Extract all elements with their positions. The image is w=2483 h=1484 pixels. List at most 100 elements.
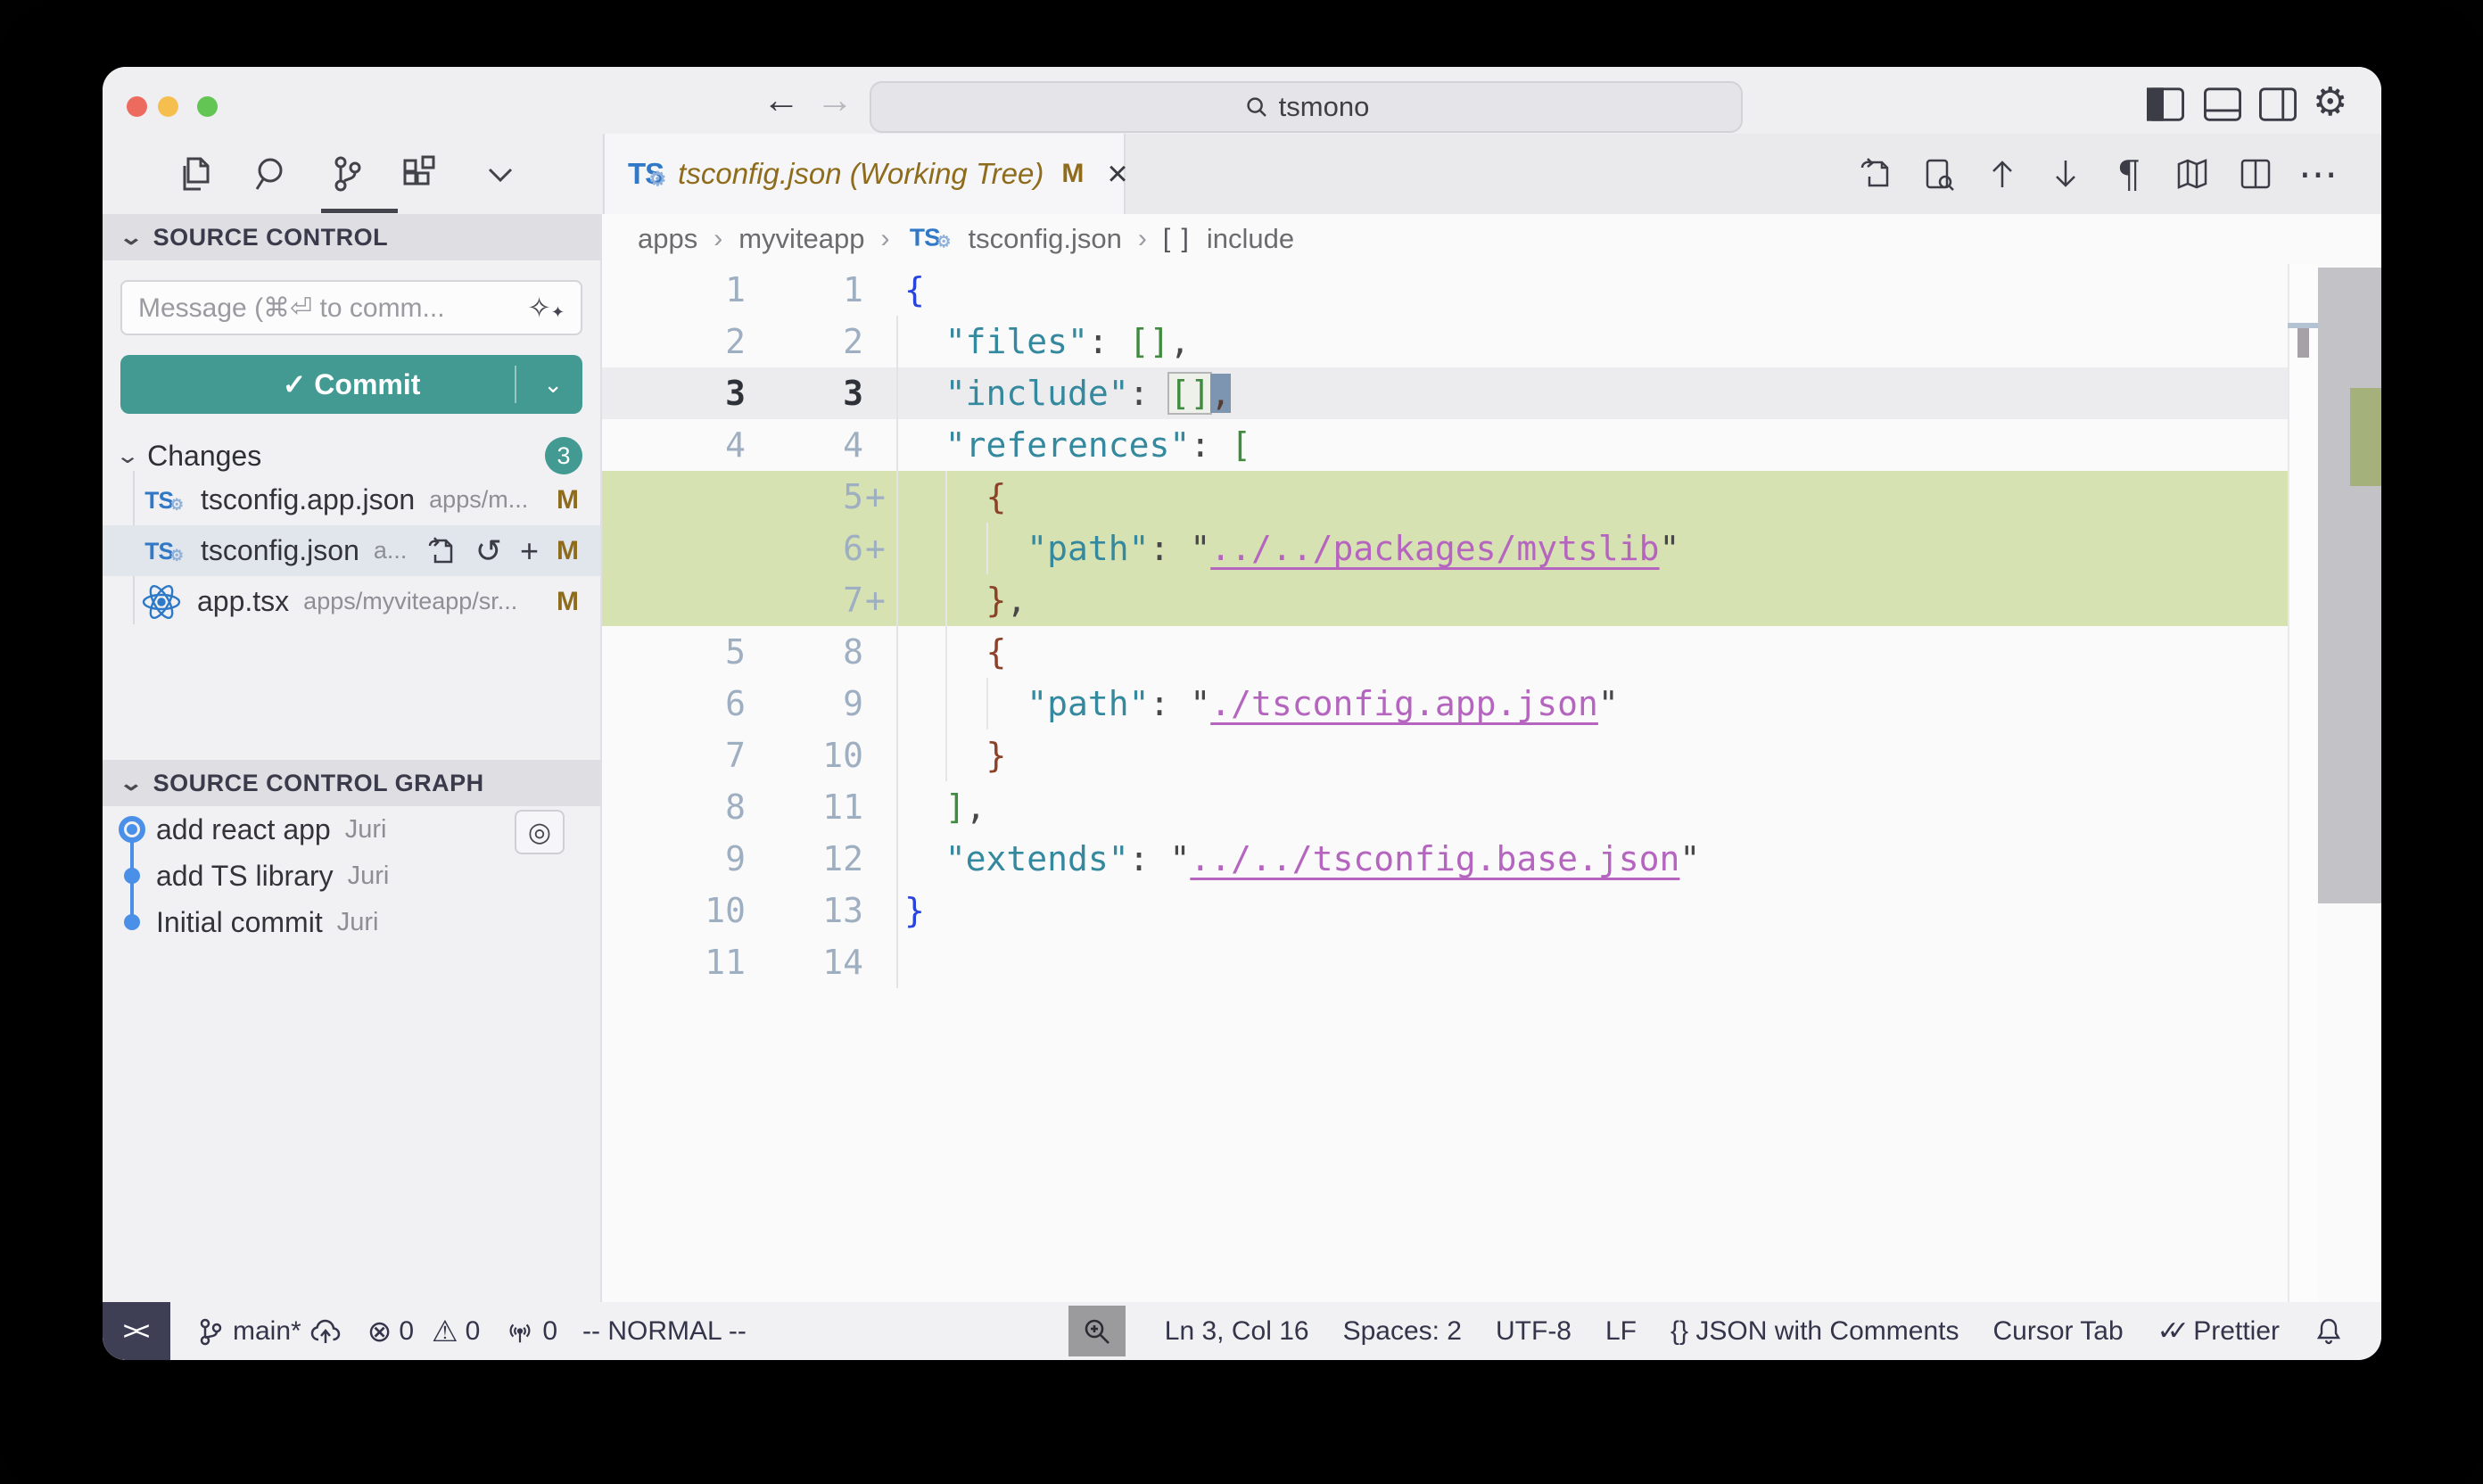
commit-dropdown-chevron-icon[interactable]: ⌄ xyxy=(543,371,563,399)
code-text: "include": [], xyxy=(904,367,1231,419)
vertical-scrollbar-thumb[interactable] xyxy=(2318,268,2381,903)
commit-row[interactable]: add TS library Juri xyxy=(103,853,600,899)
extensions-view-icon[interactable] xyxy=(398,152,442,196)
code-line[interactable]: 1114 xyxy=(602,936,2318,988)
original-line-number: 2 xyxy=(602,316,746,367)
modified-status-badge: M xyxy=(557,587,579,617)
open-changes-icon[interactable] xyxy=(1856,154,1895,194)
code-line[interactable]: 710 } xyxy=(602,730,2318,781)
code-line[interactable]: 22 "files": [], xyxy=(602,316,2318,367)
diff-editor[interactable]: 11{22 "files": [],33 "include": [],44 "r… xyxy=(602,264,2381,1302)
head-commit-dot-icon xyxy=(119,816,145,843)
file-path: a... xyxy=(374,537,411,565)
code-line[interactable]: 912 "extends": "../../tsconfig.base.json… xyxy=(602,833,2318,885)
problems-indicator[interactable]: ⊗ 0 ⚠ 0 xyxy=(367,1314,481,1348)
breadcrumb-separator: › xyxy=(714,224,722,254)
vscode-window: ← → tsmono ⚙ xyxy=(103,67,2381,1360)
code-text: "references": [ xyxy=(904,419,1251,471)
notifications-bell-icon[interactable] xyxy=(2314,1316,2344,1347)
original-line-number: 7 xyxy=(602,730,746,781)
minimap[interactable] xyxy=(2288,264,2318,1302)
code-line[interactable]: 1013} xyxy=(602,885,2318,936)
desktop: ← → tsmono ⚙ xyxy=(0,0,2483,1484)
code-line[interactable]: 6+ "path": "../../packages/mytslib" xyxy=(602,523,2318,574)
modified-line-number: 10 xyxy=(763,730,863,781)
ports-indicator[interactable]: 0 xyxy=(505,1316,557,1347)
open-file-icon[interactable] xyxy=(425,535,458,567)
code-line[interactable]: 5+ { xyxy=(602,471,2318,523)
graph-section-header[interactable]: ⌄ SOURCE CONTROL GRAPH xyxy=(103,760,600,806)
toggle-secondary-sidebar-icon[interactable] xyxy=(2257,85,2298,124)
modified-line-number: 12 xyxy=(763,833,863,885)
breadcrumb-include[interactable]: include xyxy=(1207,223,1294,255)
commit-graph: add react app Juri ◎ add TS library Juri… xyxy=(103,806,600,945)
vim-mode-indicator[interactable]: -- NORMAL -- xyxy=(582,1316,747,1347)
source-control-view-icon[interactable] xyxy=(325,152,369,196)
code-line[interactable]: 69 "path": "./tsconfig.app.json" xyxy=(602,678,2318,730)
source-control-section-header[interactable]: ⌄ SOURCE CONTROL xyxy=(103,214,600,260)
toggle-whitespace-icon[interactable]: ¶ xyxy=(2109,154,2149,194)
breadcrumb-tsconfig[interactable]: tsconfig.json xyxy=(969,223,1122,255)
cursor-tab-indicator[interactable]: Cursor Tab xyxy=(1992,1316,2123,1347)
goto-commit-target-icon[interactable]: ◎ xyxy=(515,810,565,854)
commit-message-input[interactable]: Message (⌘⏎ to comm... ✧✦ xyxy=(120,280,582,335)
change-row-app-tsx[interactable]: app.tsx apps/myviteapp/sr... M xyxy=(103,576,600,627)
command-center-search[interactable]: tsmono xyxy=(870,81,1743,133)
modified-line-number: 13 xyxy=(763,885,863,936)
encoding-indicator[interactable]: UTF-8 xyxy=(1496,1316,1571,1347)
activity-and-tab-row: TS⚙ tsconfig.json (Working Tree) M × xyxy=(103,134,2381,214)
errors-count: 0 xyxy=(399,1316,414,1347)
code-line[interactable]: 811 ], xyxy=(602,781,2318,833)
commit-message: add react app xyxy=(156,813,331,846)
file-name: tsconfig.json xyxy=(201,534,359,567)
eol-indicator[interactable]: LF xyxy=(1605,1316,1637,1347)
breadcrumb-myviteapp[interactable]: myviteapp xyxy=(738,223,864,255)
code-line[interactable]: 58 { xyxy=(602,626,2318,678)
language-mode-indicator[interactable]: {} JSON with Comments xyxy=(1670,1316,1959,1347)
breadcrumb-separator: › xyxy=(881,224,890,254)
change-row-tsconfig-app[interactable]: TS⚙ tsconfig.app.json apps/m... M xyxy=(103,474,600,525)
toggle-panel-icon[interactable] xyxy=(2202,85,2243,124)
navigate-back-button[interactable]: ← xyxy=(763,78,800,122)
branch-indicator[interactable]: main* xyxy=(195,1316,342,1347)
cursor-position-indicator[interactable]: Ln 3, Col 16 xyxy=(1165,1316,1309,1347)
code-text: "extends": "../../tsconfig.base.json" xyxy=(904,833,1700,885)
map-icon[interactable] xyxy=(2173,154,2212,194)
search-view-icon[interactable] xyxy=(249,152,293,196)
tab-close-icon[interactable]: × xyxy=(1107,156,1127,192)
navigate-forward-button[interactable]: → xyxy=(816,78,854,122)
minimize-window-button[interactable] xyxy=(158,96,178,117)
commit-row[interactable]: Initial commit Juri xyxy=(103,899,600,945)
copilot-sparkle-icon[interactable]: ✧✦ xyxy=(527,291,565,325)
changes-section-header[interactable]: ⌄ Changes 3 xyxy=(119,437,582,474)
prettier-indicator[interactable]: ✓✓ Prettier xyxy=(2157,1315,2280,1347)
commit-button[interactable]: ✓ Commit ⌄ xyxy=(120,355,582,414)
views-overflow-chevron-icon[interactable] xyxy=(478,152,523,196)
stage-changes-icon[interactable]: + xyxy=(520,535,539,567)
discard-changes-icon[interactable]: ↺ xyxy=(475,535,502,567)
remote-indicator[interactable]: >< xyxy=(103,1302,170,1360)
code-line[interactable]: 11{ xyxy=(602,264,2318,316)
editor-more-actions-icon[interactable]: ⋯ xyxy=(2299,154,2339,194)
explorer-icon[interactable] xyxy=(172,152,217,196)
previous-change-icon[interactable] xyxy=(1983,154,2022,194)
code-line[interactable]: 7+ }, xyxy=(602,574,2318,626)
modified-line-number: 8 xyxy=(763,626,863,678)
commit-row-head[interactable]: add react app Juri ◎ xyxy=(103,806,600,853)
code-line[interactable]: 44 "references": [ xyxy=(602,419,2318,471)
find-in-file-icon[interactable] xyxy=(1919,154,1959,194)
breadcrumb-apps[interactable]: apps xyxy=(638,223,697,255)
settings-gear-icon[interactable]: ⚙ xyxy=(2313,79,2347,125)
next-change-icon[interactable] xyxy=(2046,154,2085,194)
tab-tsconfig-working-tree[interactable]: TS⚙ tsconfig.json (Working Tree) M × xyxy=(603,134,1126,214)
split-editor-icon[interactable] xyxy=(2236,154,2275,194)
change-row-tsconfig[interactable]: TS⚙ tsconfig.json a... ↺ + M xyxy=(103,525,600,576)
indentation-indicator[interactable]: Spaces: 2 xyxy=(1343,1316,1462,1347)
code-text: { xyxy=(904,471,1006,523)
source-control-title: SOURCE CONTROL xyxy=(153,224,389,251)
maximize-window-button[interactable] xyxy=(197,96,218,117)
change-row-actions: ↺ + xyxy=(425,535,539,567)
code-line[interactable]: 33 "include": [], xyxy=(602,367,2318,419)
toggle-primary-sidebar-icon[interactable] xyxy=(2145,85,2186,124)
close-window-button[interactable] xyxy=(127,96,147,117)
